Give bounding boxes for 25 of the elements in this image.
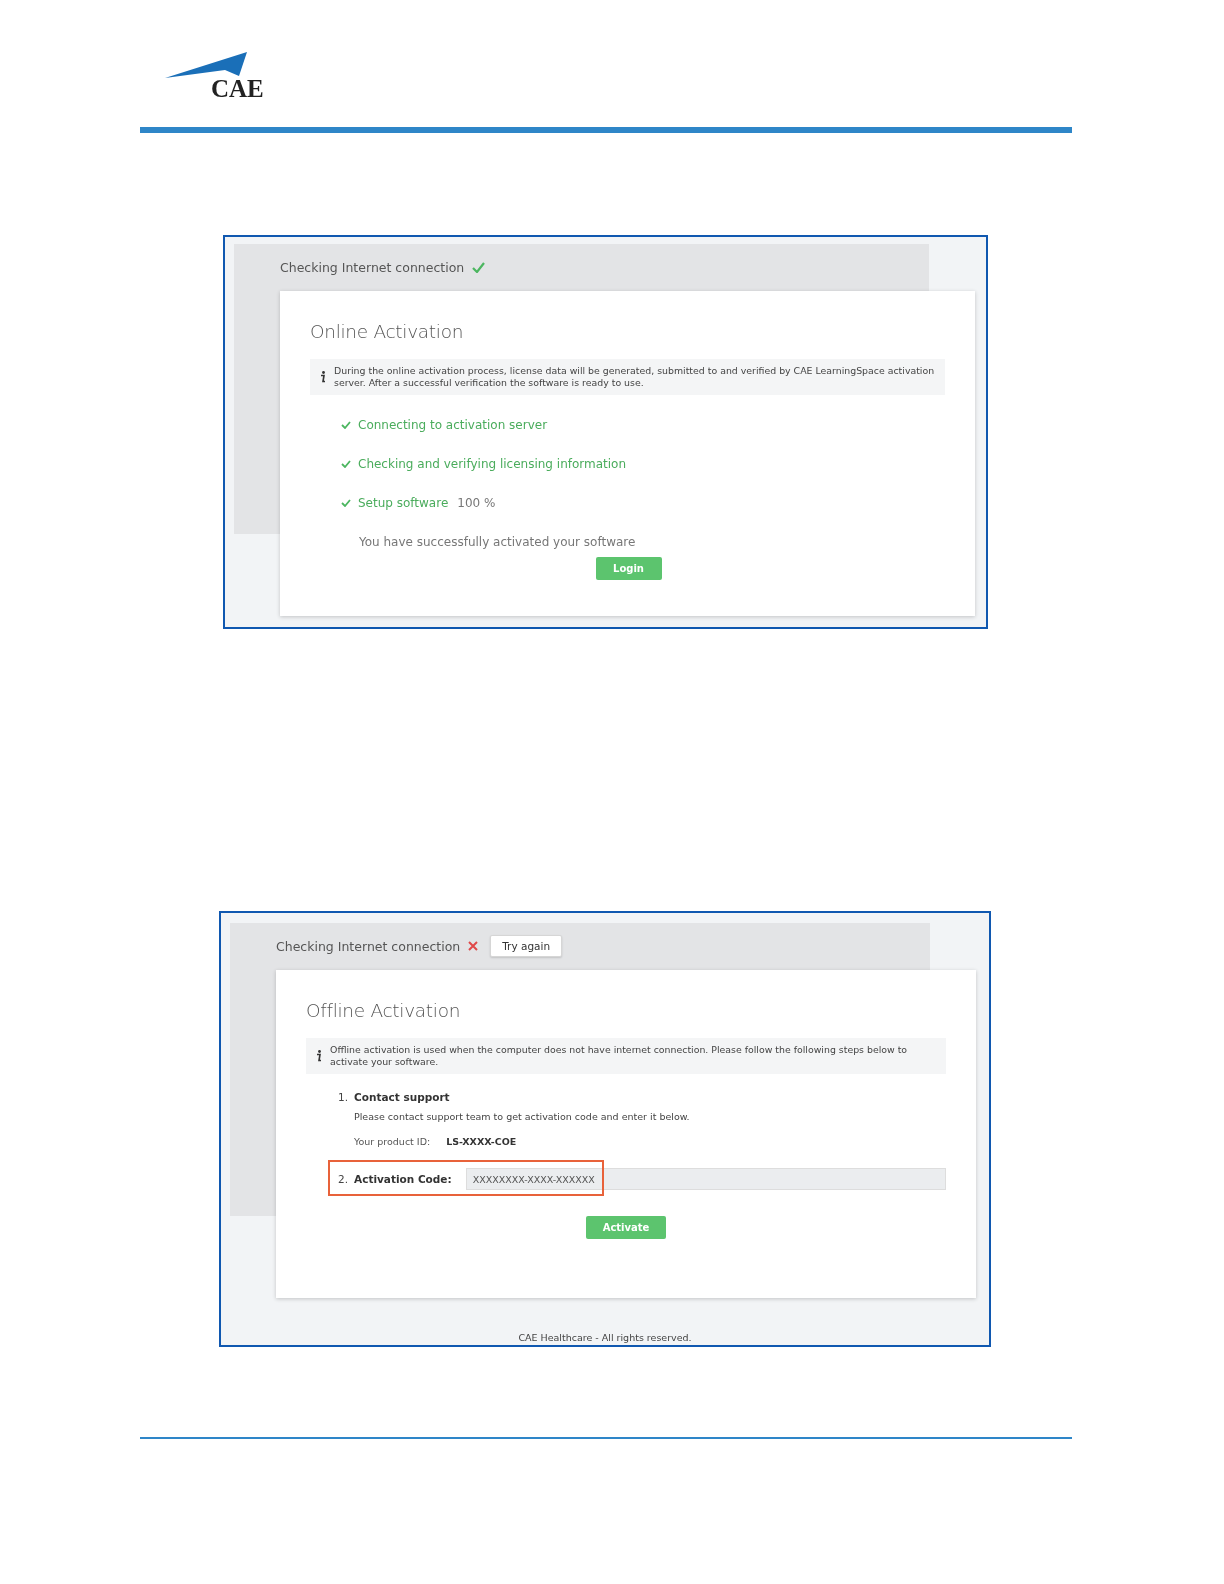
product-id-value: LS-XXXX-COE — [446, 1136, 517, 1147]
step-number: 2. — [338, 1173, 349, 1185]
info-text: Offline activation is used when the computer does not have internet connection. Please follow the following steps below to activate your software. — [330, 1044, 909, 1068]
progress-text: 100 % — [457, 496, 496, 510]
info-icon — [320, 371, 326, 383]
activation-code-field[interactable]: XXXXXXXX-XXXX-XXXXXX — [465, 1168, 946, 1190]
info-icon — [316, 1050, 322, 1062]
step-title: Contact support — [354, 1091, 450, 1103]
field-label: Activation Code: — [354, 1173, 452, 1185]
footer-text: CAE Healthcare - All rights reserved. — [517, 1332, 693, 1343]
try-again-button[interactable]: Try again — [490, 935, 563, 957]
step-label: Setup software — [358, 496, 449, 510]
status-text: Checking Internet connection — [280, 260, 465, 275]
swoosh-icon — [165, 52, 247, 78]
card-title: Offline Activation — [306, 1000, 462, 1021]
step-label: Connecting to activation server — [358, 418, 548, 432]
step-description: Please contact support team to get activation code and enter it below. — [354, 1111, 691, 1122]
logo-text: CAE — [211, 76, 264, 101]
product-id-label: Your product ID: — [354, 1136, 431, 1147]
card-title: Online Activation — [310, 321, 465, 342]
step-number: 1. — [338, 1091, 349, 1103]
info-text: During the online activation process, license data will be generated, submitted to and verified by CAE LearningSpace activation server. After a successful verification the software is ready to use. — [334, 365, 935, 389]
success-message: You have successfully activated your software — [359, 535, 637, 549]
status-text: Checking Internet connection — [276, 938, 461, 954]
step-label: Checking and verifying licensing information — [358, 457, 627, 471]
